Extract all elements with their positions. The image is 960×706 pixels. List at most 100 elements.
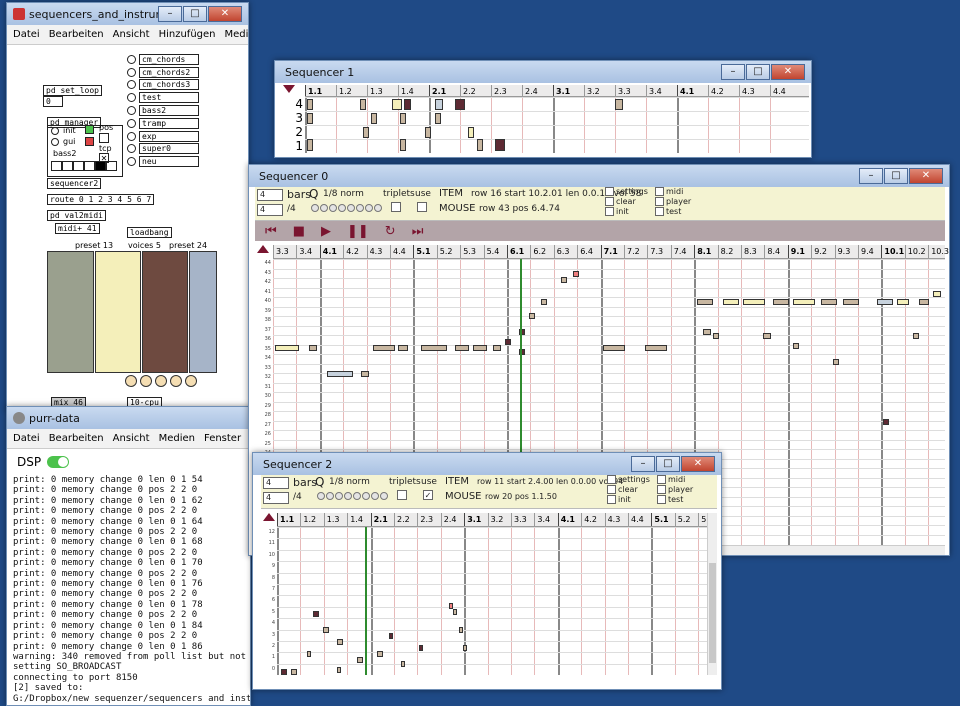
time-signature-input[interactable]: 4	[257, 204, 283, 216]
note-block[interactable]	[793, 299, 815, 305]
option-row[interactable]: test	[655, 207, 681, 216]
note-block[interactable]	[455, 345, 469, 351]
use-checkbox[interactable]	[417, 202, 427, 212]
pd-menu-item[interactable]: Bearbeiten	[49, 29, 104, 40]
note-block[interactable]	[371, 113, 377, 124]
playhead-marker-icon[interactable]	[283, 85, 295, 93]
note-block[interactable]	[833, 359, 839, 365]
close-button[interactable]: ✕	[771, 64, 805, 80]
rewind-icon[interactable]: ⏮	[265, 224, 277, 239]
pos-toggle[interactable]	[99, 133, 109, 143]
dsp-toggle[interactable]	[47, 456, 70, 468]
option-row[interactable]: clear	[605, 197, 636, 206]
pause-icon[interactable]: ❚❚	[347, 224, 369, 239]
purr-menu-item[interactable]: Datei	[13, 433, 40, 444]
note-block[interactable]	[419, 645, 423, 651]
option-checkbox[interactable]	[655, 197, 664, 206]
note-block[interactable]	[468, 127, 474, 138]
synth-panel[interactable]	[142, 251, 188, 373]
bars-input[interactable]: 4	[257, 189, 283, 201]
note-block[interactable]	[495, 139, 505, 151]
option-row[interactable]: player	[655, 197, 691, 206]
purr-menu-item[interactable]: Medien	[159, 433, 195, 444]
instrument-bang[interactable]	[127, 54, 136, 64]
option-checkbox[interactable]	[657, 495, 666, 504]
option-row[interactable]: settings	[607, 475, 650, 484]
loadbang-object[interactable]: loadbang	[127, 227, 172, 238]
note-block[interactable]	[561, 277, 567, 283]
quantize-dots[interactable]	[311, 204, 382, 212]
use-checkbox[interactable]: ✓	[423, 490, 433, 500]
note-block[interactable]	[541, 299, 547, 305]
note-block[interactable]	[377, 651, 383, 657]
title-bar[interactable]: Sequencer 1 – □ ✕	[275, 61, 811, 83]
title-bar[interactable]: purr-data	[7, 407, 250, 429]
instrument-row[interactable]: exp	[127, 130, 203, 143]
number-box[interactable]: 0	[43, 96, 63, 107]
option-checkbox[interactable]	[607, 495, 616, 504]
note-block[interactable]	[793, 343, 799, 349]
purr-menu-item[interactable]: Ansicht	[113, 433, 150, 444]
note-block[interactable]	[275, 345, 299, 351]
option-checkbox[interactable]	[607, 485, 616, 494]
note-block[interactable]	[435, 113, 441, 124]
title-bar[interactable]: Sequencer 0 – □ ✕	[249, 165, 949, 187]
instrument-row[interactable]: cm_chords	[127, 53, 203, 66]
synth-panel[interactable]	[189, 251, 217, 373]
note-block[interactable]	[877, 299, 893, 305]
note-block[interactable]	[309, 345, 317, 351]
note-block[interactable]	[493, 345, 501, 351]
note-block[interactable]	[477, 139, 483, 151]
instrument-bang[interactable]	[127, 144, 136, 154]
note-block[interactable]	[392, 99, 402, 110]
note-block[interactable]	[933, 291, 941, 297]
pd-menu-item[interactable]: Hinzufügen	[159, 29, 216, 40]
note-block[interactable]	[505, 339, 511, 345]
loop-icon[interactable]: ↻	[385, 224, 396, 239]
pd-set-loop-object[interactable]: pd set_loop	[43, 85, 102, 96]
option-row[interactable]: midi	[655, 187, 683, 196]
note-block[interactable]	[361, 371, 369, 377]
playhead-marker-icon[interactable]	[257, 245, 269, 253]
option-checkbox[interactable]	[605, 187, 614, 196]
timeline-ruler[interactable]: 1.1 1.2 1.3 1.4 2.1 2.2 2.3 2.4 3.1 3.2 3.3 3.4 4.1 4…	[305, 85, 809, 97]
note-block[interactable]	[425, 127, 431, 138]
note-block[interactable]	[919, 299, 929, 305]
note-block[interactable]	[723, 299, 739, 305]
option-checkbox[interactable]	[605, 207, 614, 216]
option-checkbox[interactable]	[605, 197, 614, 206]
note-block[interactable]	[897, 299, 909, 305]
note-block[interactable]	[389, 633, 393, 639]
note-block[interactable]	[401, 661, 405, 667]
note-block[interactable]	[307, 139, 313, 151]
instrument-row[interactable]: bass2	[127, 104, 203, 117]
note-block[interactable]	[400, 113, 406, 124]
instrument-row[interactable]: super0	[127, 143, 203, 156]
maximize-button[interactable]: □	[746, 64, 770, 80]
play-icon[interactable]: ▶	[321, 224, 331, 239]
option-row[interactable]: init	[605, 207, 629, 216]
note-block[interactable]	[360, 99, 366, 110]
instrument-bang[interactable]	[127, 93, 136, 103]
note-grid[interactable]	[277, 527, 707, 675]
note-block[interactable]	[404, 99, 411, 110]
note-block[interactable]	[883, 419, 889, 425]
note-block[interactable]	[357, 657, 363, 663]
option-checkbox[interactable]	[655, 207, 664, 216]
instrument-row[interactable]: test	[127, 91, 203, 104]
radio-row[interactable]	[51, 161, 117, 171]
note-block[interactable]	[913, 333, 919, 339]
purr-menu-item[interactable]: Fenster	[204, 433, 241, 444]
note-block[interactable]	[843, 299, 859, 305]
minimize-button[interactable]: –	[859, 168, 883, 184]
time-signature-input[interactable]: 4	[263, 492, 289, 504]
sequencer2-object[interactable]: sequencer2	[47, 178, 102, 189]
note-block[interactable]	[473, 345, 487, 351]
minimize-button[interactable]: –	[721, 64, 745, 80]
note-block[interactable]	[363, 127, 369, 138]
synth-panel[interactable]	[95, 251, 141, 373]
pd-menu-item[interactable]: Ansicht	[113, 29, 150, 40]
option-checkbox[interactable]	[655, 187, 664, 196]
midi-number-box[interactable]: midi+ 41	[55, 223, 100, 234]
option-row[interactable]: test	[657, 495, 683, 504]
